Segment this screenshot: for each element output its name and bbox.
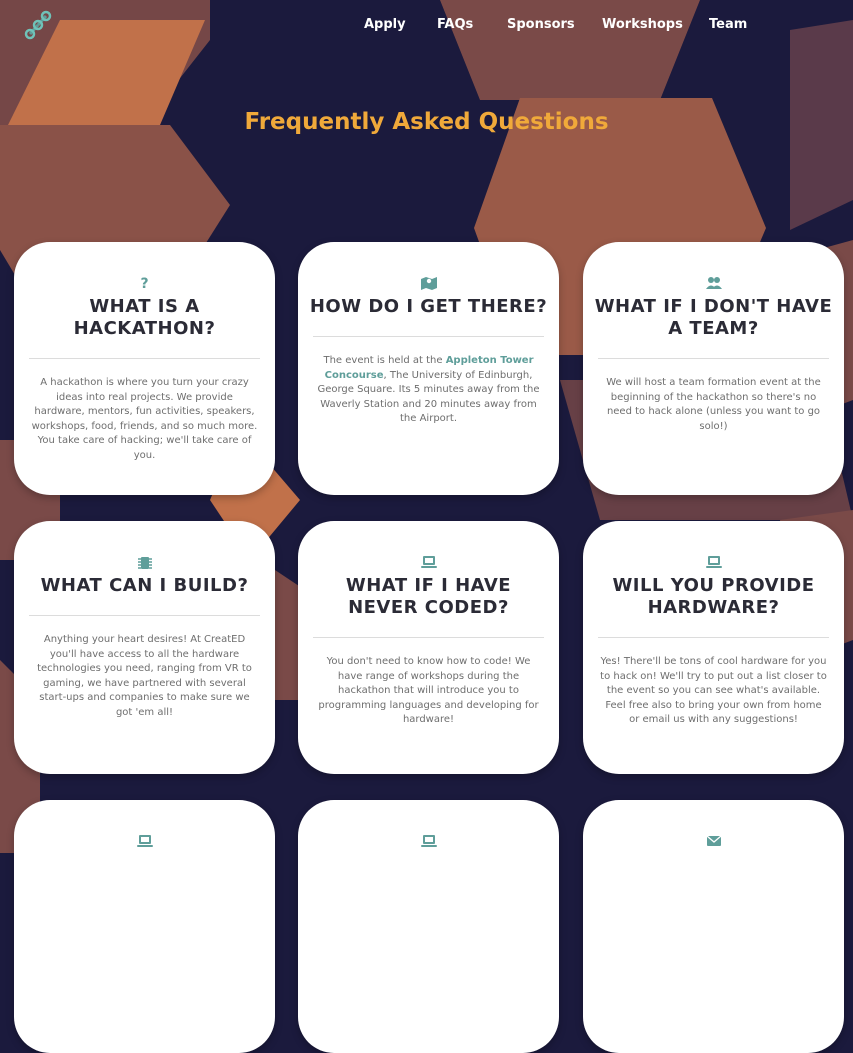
chip-icon xyxy=(14,555,275,571)
faq-card-what-is-a-hackathon: ? WHAT IS A HACKATHON? A hackathon is wh… xyxy=(14,242,275,495)
faq-answer: Yes! There'll be tons of cool hardware f… xyxy=(600,656,827,725)
faq-title: HOW DO I GET THERE? xyxy=(309,296,548,317)
faq-card-partial xyxy=(14,800,275,1053)
laptop-icon xyxy=(583,555,844,571)
faq-card-what-can-i-build: WHAT CAN I BUILD? Anything your heart de… xyxy=(14,521,275,774)
laptop-icon xyxy=(298,555,559,571)
logo-icon[interactable] xyxy=(24,10,52,40)
nav-link-faqs[interactable]: FAQs xyxy=(437,17,473,32)
faq-card-never-coded: WHAT IF I HAVE NEVER CODED? You don't ne… xyxy=(298,521,559,774)
divider xyxy=(313,336,544,337)
nav-link-workshops[interactable]: Workshops xyxy=(602,17,683,32)
faq-card-how-do-i-get-there: HOW DO I GET THERE? The event is held at… xyxy=(298,242,559,495)
laptop-icon xyxy=(14,834,275,850)
divider xyxy=(313,637,544,638)
divider xyxy=(598,637,829,638)
faq-answer: A hackathon is where you turn your crazy… xyxy=(31,377,258,461)
faq-answer: You don't need to know how to code! We h… xyxy=(318,656,539,725)
top-navigation: Apply FAQs Sponsors Workshops Team xyxy=(0,0,853,52)
nav-link-apply[interactable]: Apply xyxy=(364,17,406,32)
nav-link-team[interactable]: Team xyxy=(709,17,747,32)
faq-title: WHAT IF I HAVE NEVER CODED? xyxy=(345,575,512,618)
envelope-icon xyxy=(583,834,844,850)
faq-card-partial xyxy=(298,800,559,1053)
faq-card-provide-hardware: WILL YOU PROVIDE HARDWARE? Yes! There'll… xyxy=(583,521,844,774)
question-icon: ? xyxy=(140,276,149,292)
page-title: Frequently Asked Questions xyxy=(244,109,609,135)
faq-answer: We will host a team formation event at t… xyxy=(606,377,821,432)
faq-title: WHAT IS A HACKATHON? xyxy=(73,296,216,339)
divider xyxy=(29,358,260,359)
faq-title: WHAT IF I DON'T HAVE A TEAM? xyxy=(594,296,833,339)
users-icon xyxy=(583,276,844,292)
divider xyxy=(598,358,829,359)
faq-answer: The event is held at the Appleton Tower … xyxy=(317,355,540,424)
laptop-icon xyxy=(298,834,559,850)
faq-title: WHAT CAN I BUILD? xyxy=(40,575,249,596)
map-icon xyxy=(298,276,559,292)
faq-answer: Anything your heart desires! At CreatED … xyxy=(37,634,252,718)
faq-title: WILL YOU PROVIDE HARDWARE? xyxy=(612,575,815,618)
faq-card-no-team: WHAT IF I DON'T HAVE A TEAM? We will hos… xyxy=(583,242,844,495)
faq-card-partial xyxy=(583,800,844,1053)
nav-link-sponsors[interactable]: Sponsors xyxy=(507,17,575,32)
divider xyxy=(29,615,260,616)
